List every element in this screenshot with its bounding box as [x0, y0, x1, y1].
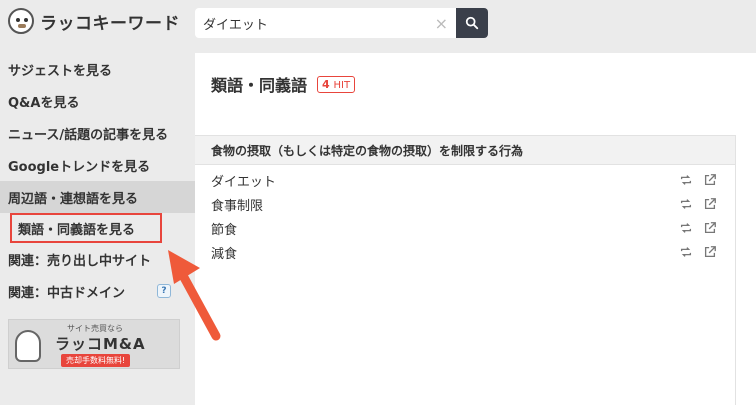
logo-text: ラッコキーワード [40, 13, 180, 34]
hit-label: HIT [333, 79, 351, 91]
external-link-icon[interactable] [703, 173, 717, 187]
hit-count-badge: 4 HIT [317, 75, 356, 93]
synonym-list: ダイエット 食事制限 節食 減食 [195, 165, 735, 264]
rakko-ma-banner[interactable]: サイト売買なら ラッコM&A 売却手数料無料! [8, 319, 180, 369]
clear-icon[interactable]: × [435, 14, 448, 33]
sidebar-item-news[interactable]: ニュース/話題の記事を見る [0, 117, 195, 149]
sidebar-item-google-trends[interactable]: Googleトレンドを見る [0, 149, 195, 181]
search-bar: ダイエット × [195, 8, 488, 38]
annotation-arrow [168, 250, 221, 341]
page-title: 類語・同義語 [211, 76, 308, 95]
otter-logo-icon [8, 8, 34, 34]
sidebar-item-suggest[interactable]: サジェストを見る [0, 53, 195, 85]
list-item: 節食 [195, 216, 735, 240]
list-item: ダイエット [195, 168, 735, 192]
external-link-icon[interactable] [703, 197, 717, 211]
external-link-icon[interactable] [703, 245, 717, 259]
synonym-word[interactable]: 節食 [211, 219, 679, 238]
repeat-icon[interactable] [679, 221, 693, 235]
search-input-value: ダイエット [203, 17, 268, 33]
external-link-icon[interactable] [703, 221, 717, 235]
hit-count: 4 [322, 77, 330, 91]
title-row: 類語・同義語 4 HIT [211, 72, 356, 96]
sidebar-item-label: 関連：中古ドメイン [8, 285, 126, 301]
logo[interactable]: ラッコキーワード [8, 8, 180, 34]
search-icon [465, 16, 479, 30]
synonym-word[interactable]: ダイエット [211, 171, 679, 190]
repeat-icon[interactable] [679, 197, 693, 211]
right-panel-edge [735, 135, 756, 405]
synonym-word[interactable]: 減食 [211, 243, 679, 262]
sidebar-item-synonyms[interactable]: 類語・同義語を見る [10, 213, 162, 243]
repeat-icon[interactable] [679, 173, 693, 187]
sidebar-item-related-words[interactable]: 周辺語・連想語を見る [0, 181, 195, 213]
sidebar-item-qa[interactable]: Q&Aを見る [0, 85, 195, 117]
main-content: 類語・同義語 4 HIT 食物の摂取（もしくは特定の食物の摂取）を制限する行為 … [195, 53, 756, 405]
search-input[interactable]: ダイエット × [195, 8, 456, 38]
group-heading: 食物の摂取（もしくは特定の食物の摂取）を制限する行為 [195, 135, 735, 165]
search-button[interactable] [456, 8, 488, 38]
otter-mascot-icon [15, 330, 41, 362]
list-item: 食事制限 [195, 192, 735, 216]
synonym-group: 食物の摂取（もしくは特定の食物の摂取）を制限する行為 ダイエット 食事制限 節食 [195, 135, 735, 264]
list-item: 減食 [195, 240, 735, 264]
banner-sub-text: 売却手数料無料! [61, 354, 131, 367]
synonym-word[interactable]: 食事制限 [211, 195, 679, 214]
repeat-icon[interactable] [679, 245, 693, 259]
banner-main-text: ラッコM&A [55, 335, 146, 353]
